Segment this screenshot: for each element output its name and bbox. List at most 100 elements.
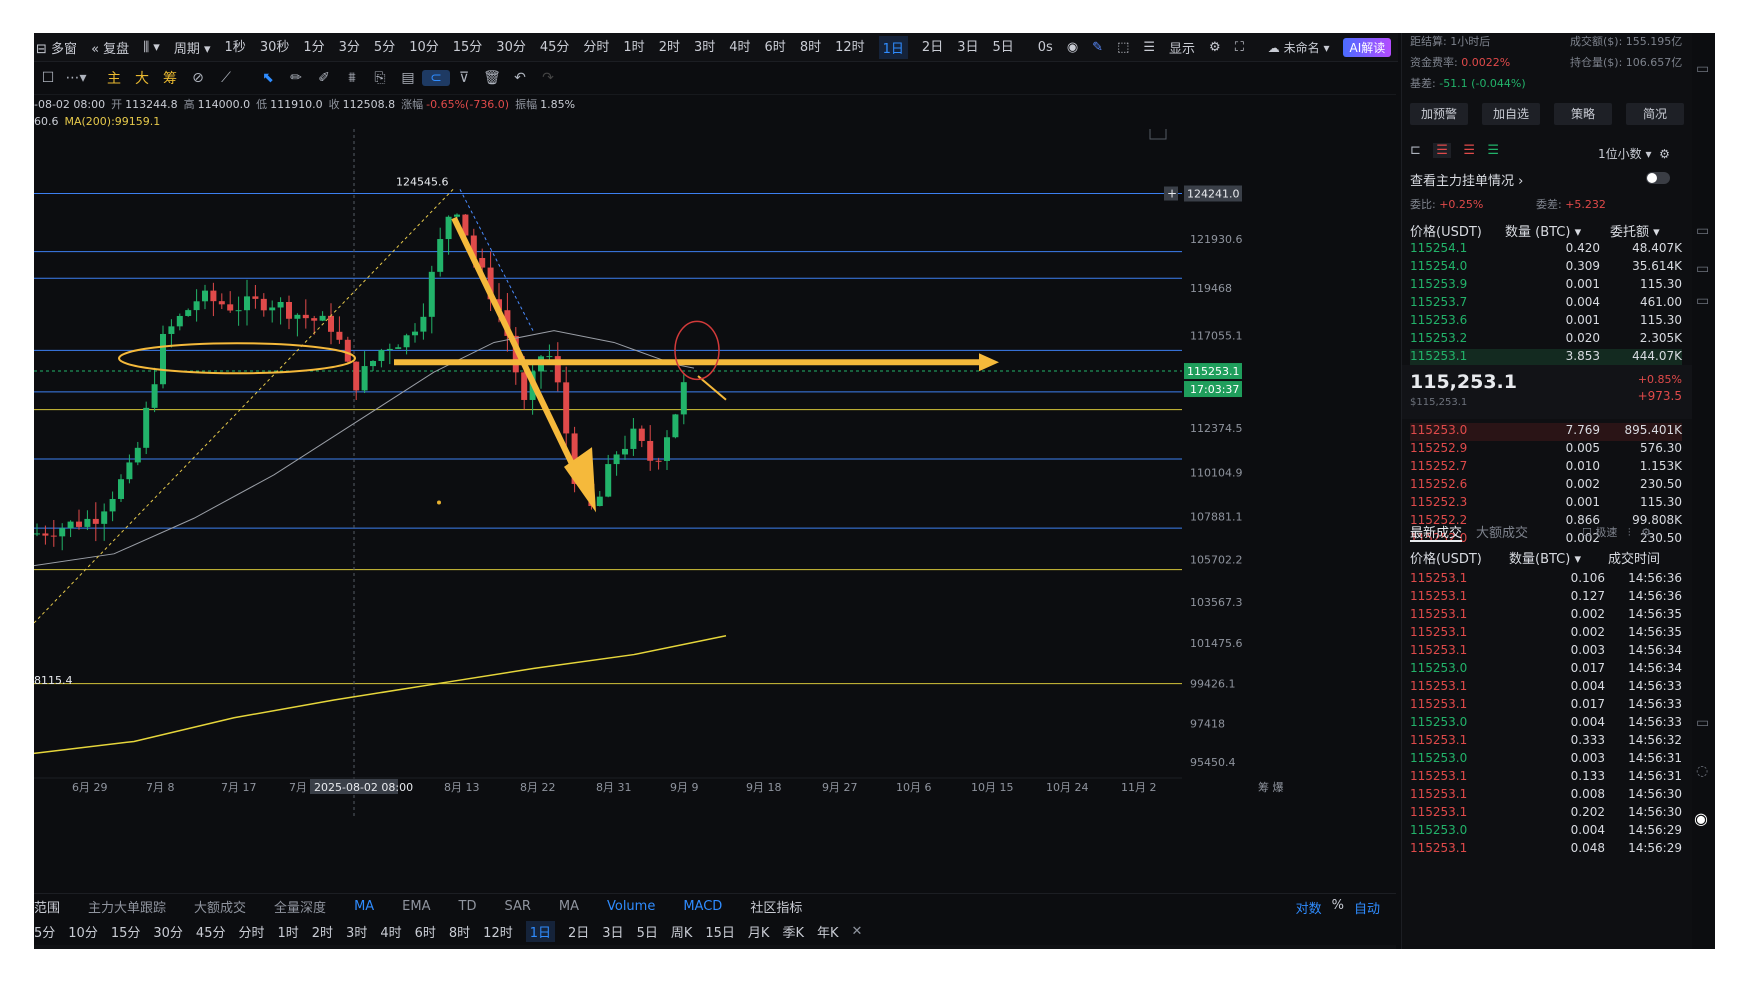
- tf-5[interactable]: 分时: [238, 922, 264, 941]
- toolbar-tf-16[interactable]: 4时: [729, 36, 750, 59]
- auto-draw-icon[interactable]: ⊘: [184, 70, 212, 86]
- more-icon[interactable]: ⋯▾: [62, 70, 90, 86]
- filter-icon[interactable]: ⊽: [450, 70, 478, 86]
- ob-header-qty[interactable]: 数量 (BTC) ▾: [1505, 221, 1581, 240]
- tf-7[interactable]: 2时: [312, 922, 333, 941]
- toolbar-tf-10[interactable]: 30分: [496, 36, 526, 59]
- bottom-tool-2[interactable]: 合约DCA: [260, 948, 314, 950]
- bid-row[interactable]: 115253.0 7.769 895.401K: [1410, 423, 1682, 441]
- tf-12[interactable]: 12时: [483, 922, 513, 941]
- tf-14[interactable]: 2日: [568, 922, 589, 941]
- indicator-1[interactable]: 主力大单跟踪: [88, 897, 166, 916]
- toolbar-tf-14[interactable]: 2时: [659, 36, 680, 59]
- tf-4[interactable]: 45分: [196, 922, 226, 941]
- indicator-0[interactable]: 范围: [34, 897, 60, 916]
- multi-window-button[interactable]: ⊟ 多窗: [36, 38, 77, 57]
- axis-option-1[interactable]: %: [1332, 898, 1344, 917]
- indicator-6[interactable]: TD: [459, 899, 477, 914]
- toolbar-tf-21[interactable]: 2日: [922, 36, 943, 59]
- indicator-2[interactable]: 大额成交: [194, 897, 246, 916]
- rail-icon-6[interactable]: ◌: [1696, 763, 1708, 779]
- tf-8[interactable]: 3时: [346, 922, 367, 941]
- settings-icon[interactable]: ⚙: [1209, 40, 1221, 55]
- tf-3[interactable]: 30分: [153, 922, 183, 941]
- bottom-tool-0[interactable]: 指标/回测/实盘: [34, 948, 121, 950]
- select-icon[interactable]: ⬚: [1117, 40, 1129, 55]
- axis-option-0[interactable]: 对数: [1296, 898, 1322, 917]
- undo-icon[interactable]: ↶: [506, 70, 534, 86]
- large-order-button[interactable]: 大: [128, 68, 156, 88]
- indicator-8[interactable]: MA: [559, 899, 579, 914]
- tf-11[interactable]: 8时: [449, 922, 470, 941]
- indicator-4[interactable]: MA: [354, 899, 374, 914]
- square-icon[interactable]: ☐: [34, 70, 62, 86]
- ai-interpret-button[interactable]: AI解读: [1343, 37, 1392, 57]
- bid-row[interactable]: 115252.9 0.005 576.30: [1410, 441, 1682, 459]
- rail-icon-4[interactable]: ▭: [1696, 293, 1709, 309]
- ruler-icon[interactable]: ⟋: [212, 70, 240, 86]
- ask-row[interactable]: 115254.0 0.309 35.614K: [1410, 259, 1682, 277]
- toolbar-tf-22[interactable]: 3日: [957, 36, 978, 59]
- trade-header-qty[interactable]: 数量(BTC) ▾: [1509, 548, 1581, 567]
- tf-6[interactable]: 1时: [277, 922, 298, 941]
- ask-row[interactable]: 115253.7 0.004 461.00: [1410, 295, 1682, 313]
- rail-icon-5[interactable]: ▭: [1696, 715, 1709, 731]
- tab-large-trades[interactable]: 大额成交: [1476, 522, 1528, 541]
- tf-1[interactable]: 10分: [68, 922, 98, 941]
- magnet-icon[interactable]: ⊂: [422, 70, 450, 86]
- pencil-icon[interactable]: ✏: [282, 70, 310, 86]
- indicator-11[interactable]: 社区指标: [750, 897, 802, 916]
- strategy-button[interactable]: 策略: [1554, 103, 1612, 125]
- toolbar-tf-4[interactable]: 30秒: [260, 36, 290, 59]
- camera-icon[interactable]: ◉: [1067, 40, 1078, 55]
- candlestick-chart[interactable]: 124241121930.6119468117055.1112374.51101…: [34, 129, 1396, 877]
- indicator-7[interactable]: SAR: [504, 899, 530, 914]
- replay-button[interactable]: « 复盘: [91, 38, 129, 57]
- trash-icon[interactable]: 🗑: [478, 70, 506, 86]
- toolbar-tf-23[interactable]: 5日: [992, 36, 1013, 59]
- toolbar-tf-5[interactable]: 1分: [303, 36, 324, 59]
- toolbar-tf-18[interactable]: 8时: [800, 36, 821, 59]
- indicator-10[interactable]: MACD: [683, 899, 722, 914]
- toolbar-tf-13[interactable]: 1时: [623, 36, 644, 59]
- ask-row[interactable]: 115253.2 0.020 2.305K: [1410, 331, 1682, 349]
- tab-latest-trades[interactable]: 最新成交: [1410, 522, 1462, 541]
- pattern-icon[interactable]: ⩩: [338, 70, 366, 86]
- bid-row[interactable]: 115252.3 0.001 115.30: [1410, 495, 1682, 513]
- tf-16[interactable]: 5日: [637, 922, 658, 941]
- cursor-icon[interactable]: ⬉: [254, 70, 282, 86]
- toolbar-tf-20[interactable]: 1日: [878, 35, 908, 59]
- bid-row[interactable]: 115252.7 0.010 1.153K: [1410, 459, 1682, 477]
- toolbar-tf-17[interactable]: 6时: [765, 36, 786, 59]
- rail-icon-3[interactable]: ▭: [1696, 261, 1709, 277]
- tf-20[interactable]: 季K: [782, 922, 804, 941]
- indicator-3[interactable]: 全量深度: [274, 897, 326, 916]
- display-button[interactable]: 显示: [1169, 38, 1195, 57]
- toolbar-tf-3[interactable]: 1秒: [225, 36, 246, 59]
- orderbook-view-icons[interactable]: ⊏ ☰ ☰ ☰: [1410, 143, 1499, 158]
- ask-row[interactable]: 115253.6 0.001 115.30: [1410, 313, 1682, 331]
- bottom-tool-1[interactable]: AI 网格: [169, 948, 212, 950]
- toolbar-tf-9[interactable]: 15分: [453, 36, 483, 59]
- toolbar-tf-12[interactable]: 分时: [583, 36, 609, 59]
- toolbar-tf-11[interactable]: 45分: [540, 36, 570, 59]
- toolbar-tf-19[interactable]: 12时: [835, 36, 865, 59]
- tf-10[interactable]: 6时: [415, 922, 436, 941]
- rail-icon-2[interactable]: ▭: [1696, 223, 1709, 239]
- tf-17[interactable]: 周K: [671, 922, 693, 941]
- toolbar-tf-6[interactable]: 3分: [339, 36, 360, 59]
- chart-type-button[interactable]: ⫼ ▾: [143, 40, 160, 55]
- axis-option-2[interactable]: 自动: [1354, 898, 1380, 917]
- add-watchlist-button[interactable]: 加自选: [1482, 103, 1540, 125]
- brush-icon[interactable]: ✐: [310, 70, 338, 86]
- bid-row[interactable]: 115252.6 0.002 230.50: [1410, 477, 1682, 495]
- tf-18[interactable]: 15日: [705, 922, 735, 941]
- chip-button[interactable]: 筹: [156, 68, 184, 88]
- close-icon[interactable]: ✕: [852, 924, 863, 939]
- ask-row[interactable]: 115254.1 0.420 48.407K: [1410, 241, 1682, 259]
- fast-checkbox[interactable]: ☐ 极速 ⫶ ⚙: [1582, 524, 1651, 540]
- rail-icon-1[interactable]: ▭: [1696, 61, 1709, 77]
- tf-9[interactable]: 4时: [380, 922, 401, 941]
- ask-row[interactable]: 115253.9 0.001 115.30: [1410, 277, 1682, 295]
- pen-icon[interactable]: ✎: [1092, 40, 1103, 55]
